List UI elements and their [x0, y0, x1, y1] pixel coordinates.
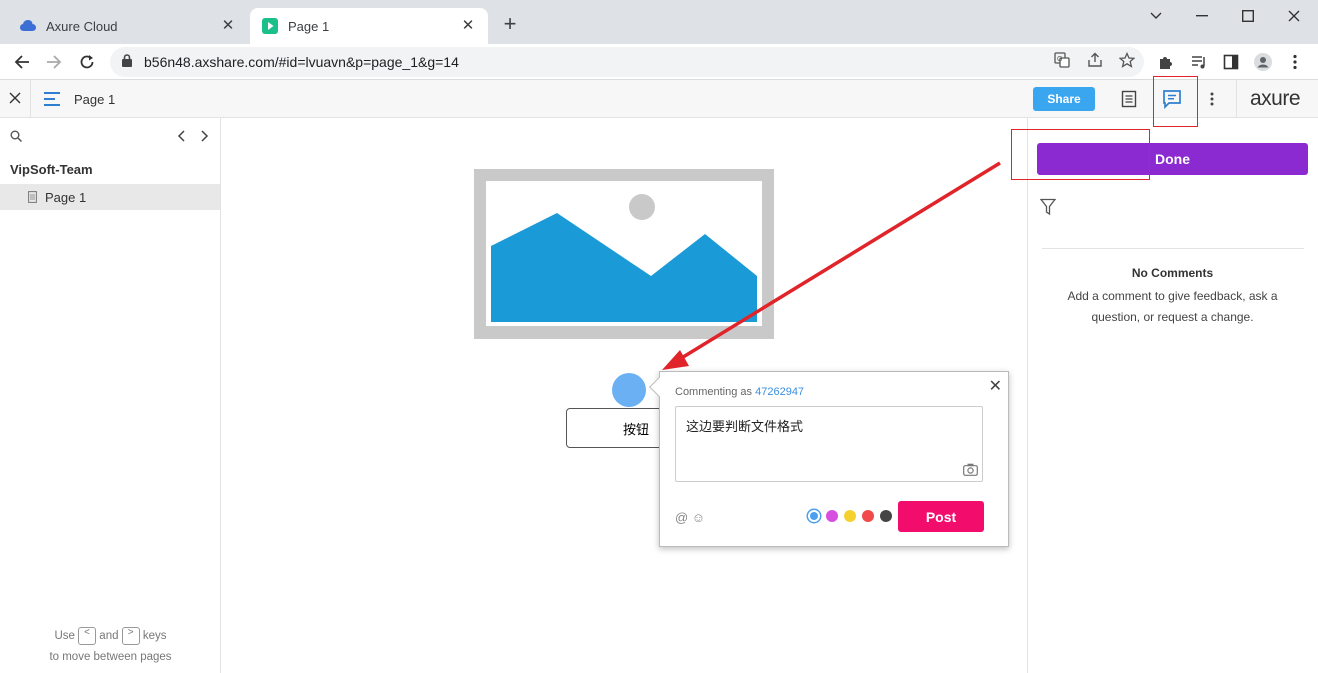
- project-name: VipSoft-Team: [10, 162, 93, 177]
- more-options-icon[interactable]: [1210, 91, 1218, 107]
- comment-pin[interactable]: [612, 373, 646, 407]
- commenting-as-label: Commenting as 47262947: [675, 386, 804, 398]
- maximize-icon[interactable]: [1236, 6, 1260, 26]
- navigation-hint: Use < and > keys to move between pages: [0, 626, 221, 668]
- no-comments-title: No Comments: [1131, 266, 1214, 280]
- key-prev: <: [78, 626, 97, 645]
- share-page-icon[interactable]: [1086, 51, 1104, 69]
- color-swatch-magenta[interactable]: [826, 510, 838, 522]
- no-comments-description: Add a comment to give feedback, ask a qu…: [1067, 289, 1278, 324]
- back-icon[interactable]: [10, 50, 34, 74]
- color-swatch-blue[interactable]: [808, 510, 820, 522]
- lock-icon: [122, 54, 132, 70]
- sidebar-item-page-1[interactable]: Page 1: [0, 184, 220, 210]
- tab-title: Axure Cloud: [46, 18, 118, 34]
- axure-header: Page 1 Share axure: [0, 80, 1318, 118]
- key-next: >: [121, 626, 140, 645]
- filter-icon[interactable]: [1039, 198, 1058, 216]
- tab-axure-cloud[interactable]: Axure Cloud ✕: [8, 8, 248, 44]
- axure-play-icon: [262, 18, 278, 34]
- new-tab-button[interactable]: +: [499, 13, 521, 36]
- sidebar-item-label: Page 1: [45, 189, 87, 205]
- hint-text: to move between pages: [49, 651, 172, 663]
- documentation-icon[interactable]: [1121, 90, 1139, 108]
- header-divider: [30, 80, 31, 118]
- address-bar[interactable]: b56n48.axshare.com/#id=lvuavn&p=page_1&g…: [110, 47, 1144, 77]
- url-text: b56n48.axshare.com/#id=lvuavn&p=page_1&g…: [144, 54, 459, 70]
- commenter-id-link[interactable]: 47262947: [755, 386, 804, 398]
- bookmark-star-icon[interactable]: [1118, 51, 1136, 69]
- sidebar: VipSoft-Team Page 1 Use < and > keys to …: [0, 118, 221, 673]
- hint-text: Use: [54, 630, 75, 642]
- image-placeholder[interactable]: [474, 169, 774, 339]
- commenting-as-text: Commenting as: [675, 386, 753, 398]
- comment-popup: ✕ Commenting as 47262947 这边要判断文件格式 @ ☺ P…: [649, 371, 1009, 547]
- panel-divider: [1042, 248, 1304, 249]
- color-swatch-red[interactable]: [862, 510, 874, 522]
- close-sidebar-icon[interactable]: [9, 92, 23, 106]
- share-button[interactable]: Share: [1033, 87, 1095, 111]
- axure-logo: axure: [1250, 87, 1301, 110]
- browser-toolbar: b56n48.axshare.com/#id=lvuavn&p=page_1&g…: [0, 44, 1318, 80]
- tab-title: Page 1: [288, 18, 330, 34]
- cloud-icon: [20, 18, 36, 34]
- camera-icon[interactable]: [963, 463, 979, 477]
- mention-emoji-tools[interactable]: @ ☺: [675, 510, 705, 525]
- extensions-icon[interactable]: [1157, 53, 1175, 71]
- annotation-highlight-done: [1011, 129, 1150, 180]
- color-swatch-yellow[interactable]: [844, 510, 856, 522]
- minimize-icon[interactable]: [1190, 6, 1214, 26]
- header-divider: [1236, 80, 1237, 118]
- comment-textarea[interactable]: 这边要判断文件格式: [675, 406, 983, 482]
- chevron-right-icon[interactable]: [201, 130, 211, 142]
- page-list-icon[interactable]: [43, 91, 61, 107]
- close-tab-icon[interactable]: ✕: [220, 18, 236, 34]
- translate-icon[interactable]: G: [1053, 51, 1071, 69]
- media-controls-icon[interactable]: [1190, 53, 1208, 71]
- svg-text:G: G: [1057, 56, 1062, 63]
- browser-menu-icon[interactable]: [1286, 53, 1304, 71]
- search-icon[interactable]: [10, 130, 24, 144]
- profile-avatar-icon[interactable]: [1254, 53, 1272, 71]
- side-panel-icon[interactable]: [1222, 53, 1240, 71]
- comments-panel: Done No Comments Add a comment to give f…: [1027, 118, 1318, 673]
- tab-search-icon[interactable]: [1144, 6, 1168, 26]
- page-doc-icon: [28, 191, 37, 206]
- tab-page-1[interactable]: Page 1 ✕: [250, 8, 488, 44]
- color-swatch-dark[interactable]: [880, 510, 892, 522]
- hint-text: and: [99, 630, 119, 642]
- forward-icon[interactable]: [42, 50, 66, 74]
- close-popup-icon[interactable]: ✕: [989, 376, 1002, 396]
- annotation-highlight-comments: [1153, 76, 1198, 127]
- page-title: Page 1: [74, 92, 116, 107]
- close-tab-icon[interactable]: ✕: [460, 18, 476, 34]
- chevron-left-icon[interactable]: [177, 130, 187, 142]
- post-button[interactable]: Post: [898, 501, 984, 532]
- hint-text: keys: [142, 630, 167, 642]
- browser-tab-strip: Axure Cloud ✕ Page 1 ✕ +: [0, 0, 1318, 44]
- reload-icon[interactable]: [75, 50, 99, 74]
- close-window-icon[interactable]: [1282, 6, 1306, 26]
